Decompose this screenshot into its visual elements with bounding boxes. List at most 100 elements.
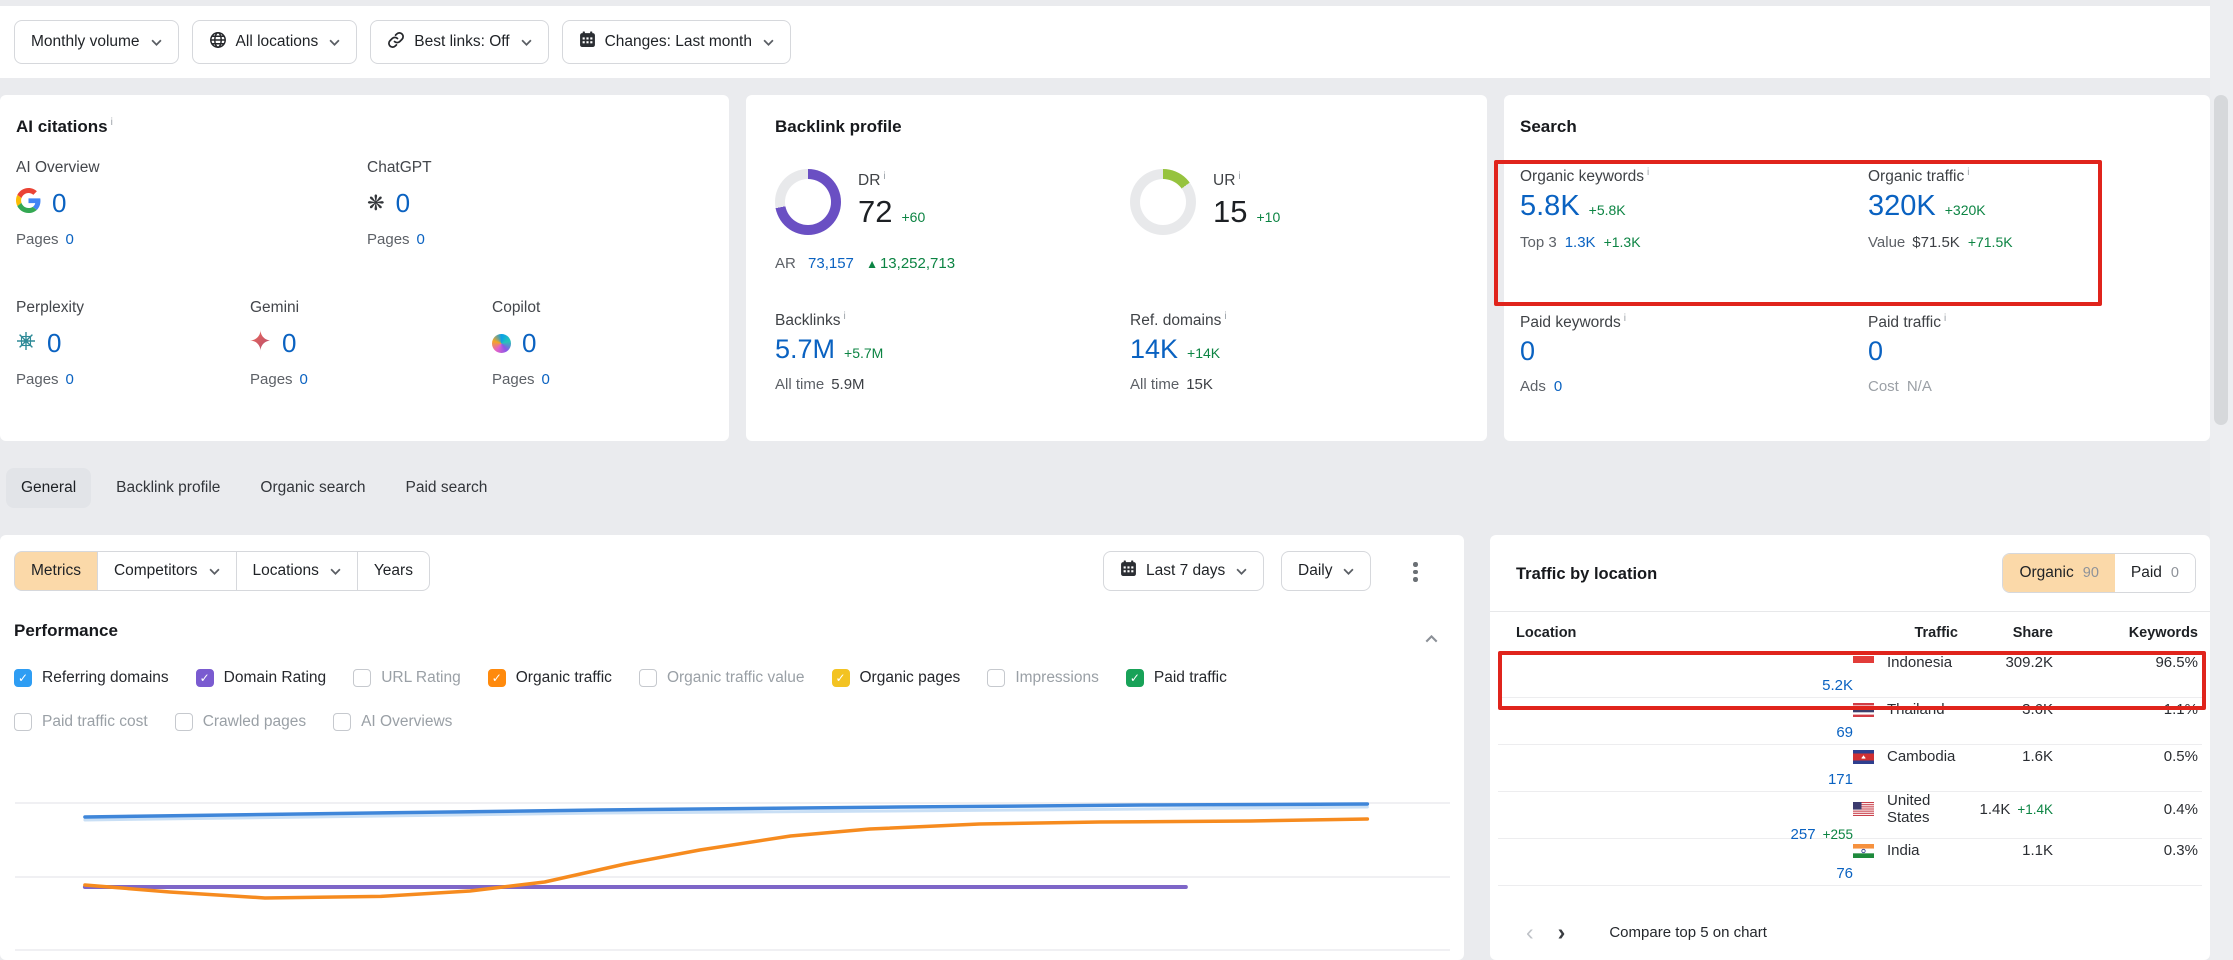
info-icon[interactable]: i — [1224, 311, 1226, 322]
calendar-icon — [1120, 560, 1137, 582]
info-icon[interactable]: i — [1647, 167, 1649, 178]
ai-citation-count: 0 — [282, 328, 296, 359]
metric-checkbox-crawled-pages[interactable]: Crawled pages — [175, 713, 306, 731]
pages-link[interactable]: 0 — [66, 371, 74, 388]
info-icon[interactable]: i — [111, 117, 113, 128]
url-rating-value: 15 — [1213, 194, 1247, 230]
organic-traffic-value-link[interactable]: 320K — [1868, 190, 1936, 223]
table-row-thailand[interactable]: Thailand 3.6K 1.1% 69 — [1498, 698, 2202, 745]
best-links-filter[interactable]: Best links: Off — [370, 20, 548, 64]
metric-checkbox-referring-domains[interactable]: ✓Referring domains — [14, 669, 169, 687]
info-icon[interactable]: i — [883, 171, 885, 182]
filter-label: All locations — [236, 33, 319, 51]
pages-link[interactable]: 0 — [66, 231, 74, 248]
table-row-cambodia[interactable]: Cambodia 1.6K 0.5% 171 — [1498, 745, 2202, 792]
keywords-link[interactable]: 5.2K — [1516, 677, 1853, 694]
pages-link[interactable]: 0 — [542, 371, 550, 388]
keywords-delta: +255 — [1823, 827, 1853, 842]
url-rating-donut — [1130, 169, 1196, 235]
metric-checkbox-url-rating[interactable]: URL Rating — [353, 669, 461, 687]
top3-keywords-link[interactable]: 1.3K — [1565, 234, 1596, 251]
toggle-organic[interactable]: Organic90 — [2003, 554, 2114, 592]
performance-heading: Performance — [14, 621, 118, 641]
tab-organic-search[interactable]: Organic search — [245, 468, 380, 508]
metric-checkbox-label: Organic pages — [860, 669, 961, 687]
tab-general[interactable]: General — [6, 468, 91, 508]
ahrefs-rank-link[interactable]: 73,157 — [808, 255, 854, 272]
search-title: Search — [1520, 117, 1577, 137]
metric-checkbox-paid-traffic[interactable]: ✓Paid traffic — [1126, 669, 1227, 687]
next-page-icon[interactable]: › — [1546, 921, 1578, 944]
monthly-volume-filter[interactable]: Monthly volume — [14, 20, 179, 64]
paid-traffic-block: Paid traffici 0 CostN/A — [1868, 313, 2203, 395]
domain-rating-value: 72 — [858, 194, 892, 230]
keywords-link[interactable]: 76 — [1516, 865, 1853, 882]
organic-keywords-value-link[interactable]: 5.8K — [1520, 190, 1580, 223]
section-tabs: General Backlink profile Organic search … — [6, 468, 502, 508]
info-icon[interactable]: i — [1967, 167, 1969, 178]
united-states-flag-icon — [1853, 802, 1874, 816]
metric-checkbox-organic-traffic[interactable]: ✓Organic traffic — [488, 669, 612, 687]
metric-checkbox-organic-pages[interactable]: ✓Organic pages — [832, 669, 961, 687]
paid-traffic-value: 0 — [1868, 336, 1883, 367]
keywords-link[interactable]: 69 — [1516, 724, 1853, 741]
copilot-logo-icon — [492, 334, 511, 353]
backlinks-delta: +5.7M — [844, 345, 883, 361]
link-icon — [387, 31, 405, 54]
granularity-button[interactable]: Daily — [1281, 551, 1371, 591]
ai-citation-count: 0 — [396, 188, 410, 219]
filter-label: Best links: Off — [414, 33, 509, 51]
tab-paid-search[interactable]: Paid search — [391, 468, 503, 508]
location-table-header: Location Traffic Share Keywords — [1516, 625, 2198, 641]
url-rating-block: URi 15+10 — [1213, 171, 1280, 230]
chevron-down-icon — [1236, 562, 1247, 580]
metric-checkbox-paid-traffic-cost[interactable]: Paid traffic cost — [14, 713, 148, 731]
globe-icon — [209, 31, 227, 54]
collapse-chevron-icon[interactable] — [1425, 630, 1438, 648]
ahrefs-rank-delta: 13,252,713 — [880, 255, 955, 272]
domain-rating-donut — [775, 169, 841, 235]
col-location: Location — [1516, 625, 1853, 641]
prev-page-icon[interactable]: ‹ — [1514, 921, 1546, 944]
tab-backlink-profile[interactable]: Backlink profile — [101, 468, 235, 508]
changes-filter[interactable]: Changes: Last month — [562, 20, 791, 64]
segment-competitors[interactable]: Competitors — [97, 551, 237, 591]
metric-checkbox-ai-overviews[interactable]: AI Overviews — [333, 713, 452, 731]
backlinks-value-link[interactable]: 5.7M — [775, 334, 835, 365]
cambodia-flag-icon — [1853, 750, 1874, 764]
metric-checkbox-impressions[interactable]: Impressions — [987, 669, 1099, 687]
metric-checkbox-label: Organic traffic value — [667, 669, 805, 687]
segment-locations[interactable]: Locations — [236, 551, 358, 591]
segment-metrics[interactable]: Metrics — [14, 551, 98, 591]
metric-checkbox-organic-traffic-value[interactable]: Organic traffic value — [639, 669, 805, 687]
pages-link[interactable]: 0 — [417, 231, 425, 248]
scrollbar-thumb[interactable] — [2214, 95, 2228, 425]
unchecked-checkbox-icon — [987, 669, 1005, 687]
page-scrollbar — [2210, 0, 2233, 960]
table-row-indonesia[interactable]: Indonesia 309.2K 96.5% 5.2K — [1498, 651, 2202, 698]
info-icon[interactable]: i — [1624, 313, 1626, 324]
more-options-kebab-icon[interactable] — [1407, 560, 1424, 584]
ads-count-link[interactable]: 0 — [1554, 378, 1562, 395]
chevron-down-icon — [329, 33, 340, 51]
ref-domains-value-link[interactable]: 14K — [1130, 334, 1178, 365]
info-icon[interactable]: i — [1238, 171, 1240, 182]
metric-checkbox-domain-rating[interactable]: ✓Domain Rating — [196, 669, 327, 687]
locations-filter[interactable]: All locations — [192, 20, 358, 64]
date-range-button[interactable]: Last 7 days — [1103, 551, 1264, 591]
compare-top5-link[interactable]: Compare top 5 on chart — [1609, 924, 1767, 941]
segment-years[interactable]: Years — [357, 551, 430, 591]
info-icon[interactable]: i — [843, 311, 845, 322]
keywords-link[interactable]: 257+255 — [1516, 826, 1853, 843]
toggle-paid[interactable]: Paid0 — [2115, 554, 2195, 592]
table-row-united-states[interactable]: United States 1.4K+1.4K 0.4% 257+255 — [1498, 792, 2202, 839]
checked-checkbox-icon: ✓ — [14, 669, 32, 687]
ahrefs-rank-row: AR 73,157 ▲13,252,713 — [775, 255, 955, 272]
pages-link[interactable]: 0 — [300, 371, 308, 388]
info-icon[interactable]: i — [1944, 313, 1946, 324]
keywords-link[interactable]: 171 — [1516, 771, 1853, 788]
metric-checkbox-label: Impressions — [1015, 669, 1099, 687]
chart-line-referring-domains — [85, 804, 1367, 817]
table-row-india[interactable]: India 1.1K 0.3% 76 — [1498, 839, 2202, 886]
col-share: Share — [1958, 625, 2053, 641]
